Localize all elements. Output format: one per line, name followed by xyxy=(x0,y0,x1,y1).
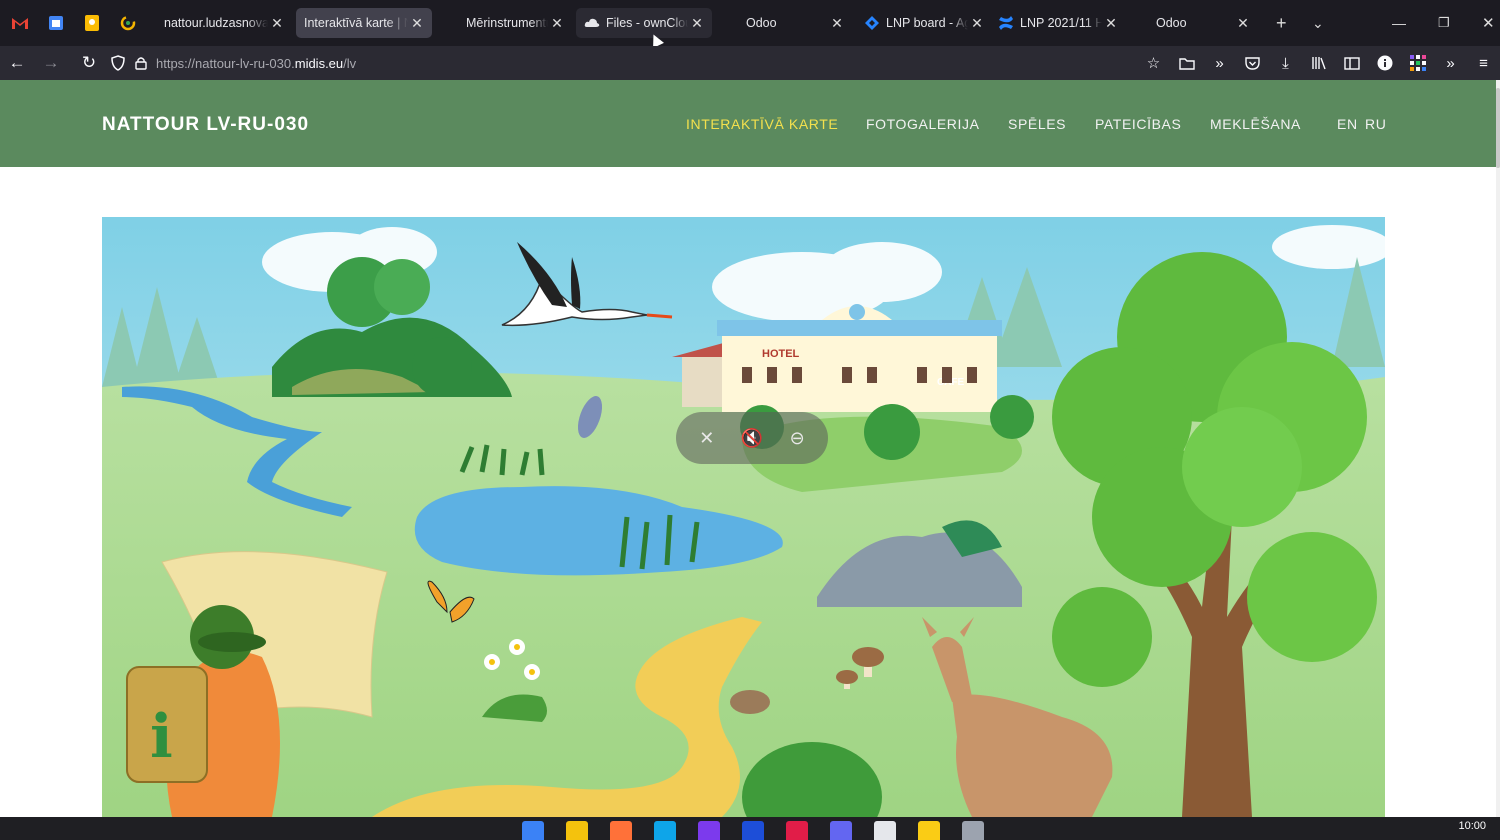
firefox-icon[interactable] xyxy=(610,821,632,840)
restore-icon[interactable]: ❐ xyxy=(1438,0,1450,46)
tab-title: Files - ownClou xyxy=(606,16,688,30)
excel-icon[interactable] xyxy=(874,821,896,840)
scrollbar-thumb[interactable] xyxy=(1496,88,1500,168)
folder-icon[interactable] xyxy=(1170,57,1203,70)
nav-acknowledgements[interactable]: PATEICĪBAS xyxy=(1095,116,1181,132)
mute-icon[interactable]: 🔇 xyxy=(741,428,763,449)
file-explorer-icon[interactable] xyxy=(566,821,588,840)
url-prefix: https://nattour-lv-ru-030. xyxy=(156,55,295,71)
cloud-icon xyxy=(584,18,600,27)
url-path: /lv xyxy=(343,55,357,71)
confluence-icon xyxy=(999,16,1013,30)
start-icon[interactable] xyxy=(522,821,544,840)
tab-title: LNP board - Ag xyxy=(886,16,968,30)
back-icon[interactable]: ← xyxy=(0,46,34,80)
clock[interactable]: 10:00 xyxy=(1458,820,1486,832)
nav-photo-gallery[interactable]: FOTOGALERIJA xyxy=(866,116,980,132)
refresh-app-icon[interactable] xyxy=(110,0,146,46)
tab-lnp-2021[interactable]: LNP 2021/11 H ✕ xyxy=(990,8,1126,38)
info-extension-icon[interactable] xyxy=(1368,55,1401,71)
chevrons-icon[interactable]: » xyxy=(1203,55,1236,72)
jira-icon xyxy=(865,16,879,30)
nav-search[interactable]: MEKLĒŠANA xyxy=(1210,116,1301,132)
lock-icon[interactable] xyxy=(130,46,152,80)
pinned-tabs xyxy=(0,0,146,46)
download-icon[interactable]: ⤓ xyxy=(1269,55,1302,72)
edge-icon[interactable] xyxy=(654,821,676,840)
tab-odoo-2[interactable]: Odoo ✕ xyxy=(1130,8,1258,38)
tracking-shield-icon[interactable] xyxy=(106,46,130,80)
close-tab-icon[interactable]: ✕ xyxy=(1102,15,1120,32)
tab-merinstrumentu[interactable]: Mērinstrumentu ✕ xyxy=(436,8,572,38)
close-tab-icon[interactable]: ✕ xyxy=(968,15,986,32)
grid-extension-icon[interactable] xyxy=(1401,55,1434,71)
tab-title: Odoo xyxy=(1156,16,1187,30)
tab-title: Mērinstrumentu xyxy=(466,16,548,30)
tab-title: LNP 2021/11 H xyxy=(1020,16,1102,30)
close-tab-icon[interactable]: ✕ xyxy=(548,15,566,32)
close-tab-icon[interactable]: ✕ xyxy=(688,15,706,32)
tab-lnp-board[interactable]: LNP board - Ag ✕ xyxy=(856,8,992,38)
teams-icon[interactable] xyxy=(742,821,764,840)
site-header: NATTOUR LV-RU-030 INTERAKTĪVĀ KARTE FOTO… xyxy=(0,80,1496,167)
hotel-sign: HOTEL xyxy=(762,348,800,360)
skype-icon[interactable] xyxy=(786,821,808,840)
tab-title: nattour.ludzasnovac xyxy=(164,16,268,30)
nav-interactive-map[interactable]: INTERAKTĪVĀ KARTE xyxy=(686,116,838,132)
sidebar-icon[interactable] xyxy=(1335,56,1368,70)
pocket-icon[interactable] xyxy=(1236,56,1269,70)
reload-icon[interactable]: ↻ xyxy=(72,46,106,80)
page-scrollbar[interactable] xyxy=(1496,80,1500,817)
bookmark-star-icon[interactable]: ☆ xyxy=(1137,54,1170,72)
keep-icon[interactable] xyxy=(74,0,110,46)
calendar-icon[interactable] xyxy=(38,0,74,46)
close-tab-icon[interactable]: ✕ xyxy=(828,15,846,32)
tab-title: Interaktīvā karte | N xyxy=(304,16,408,30)
media-overlay-controls: ✕ 🔇 ⊖ xyxy=(676,412,828,464)
menu-hamburger-icon[interactable]: ≡ xyxy=(1467,55,1500,72)
onenote-icon[interactable] xyxy=(698,821,720,840)
settings-icon[interactable] xyxy=(962,821,984,840)
browser-nav-bar: ← → ↻ https://nattour-lv-ru-030.midis.eu… xyxy=(0,46,1500,80)
notes-icon[interactable] xyxy=(918,821,940,840)
unpin-icon[interactable]: ✕ xyxy=(699,428,714,449)
url-domain: midis.eu xyxy=(294,55,344,71)
tab-owncloud-files[interactable]: Files - ownClou ✕ xyxy=(576,8,712,38)
minimize-icon[interactable]: — xyxy=(1392,0,1406,46)
chat-icon[interactable] xyxy=(830,821,852,840)
library-icon[interactable] xyxy=(1302,56,1335,70)
browser-tab-bar: nattour.ludzasnovac ✕ Interaktīvā karte … xyxy=(0,0,1500,46)
tab-interactive-map[interactable]: Interaktīvā karte | N ✕ xyxy=(296,8,432,38)
lang-en[interactable]: EN xyxy=(1337,116,1358,132)
new-tab-button[interactable]: + xyxy=(1276,0,1287,46)
nav-games[interactable]: SPĒLES xyxy=(1008,116,1066,132)
gmail-icon[interactable] xyxy=(2,0,38,46)
lang-ru[interactable]: RU xyxy=(1365,116,1386,132)
tab-title: Odoo xyxy=(746,16,777,30)
close-window-icon[interactable]: ✕ xyxy=(1482,0,1495,46)
os-taskbar: 10:00 xyxy=(0,817,1500,840)
close-tab-icon[interactable]: ✕ xyxy=(1234,15,1252,32)
minimize-circle-icon[interactable]: ⊖ xyxy=(790,428,805,449)
tab-nattour-ludzasnovads[interactable]: nattour.ludzasnovac ✕ xyxy=(156,8,292,38)
frog xyxy=(730,690,770,714)
info-letter-logo: i xyxy=(150,702,173,772)
close-tab-icon[interactable]: ✕ xyxy=(408,15,426,32)
list-tabs-icon[interactable]: ⌄ xyxy=(1312,0,1324,46)
url-bar[interactable]: https://nattour-lv-ru-030.midis.eu/lv xyxy=(156,56,356,71)
overflow-chevrons-icon[interactable]: » xyxy=(1434,55,1467,72)
interactive-map[interactable]: HOTEL CAFE xyxy=(102,217,1385,817)
close-tab-icon[interactable]: ✕ xyxy=(268,15,286,32)
site-brand[interactable]: NATTOUR LV-RU-030 xyxy=(102,114,309,136)
toolbar-icons: ☆ » ⤓ » ≡ xyxy=(1137,46,1500,80)
forward-icon[interactable]: → xyxy=(34,46,68,80)
tab-odoo[interactable]: Odoo ✕ xyxy=(716,8,852,38)
